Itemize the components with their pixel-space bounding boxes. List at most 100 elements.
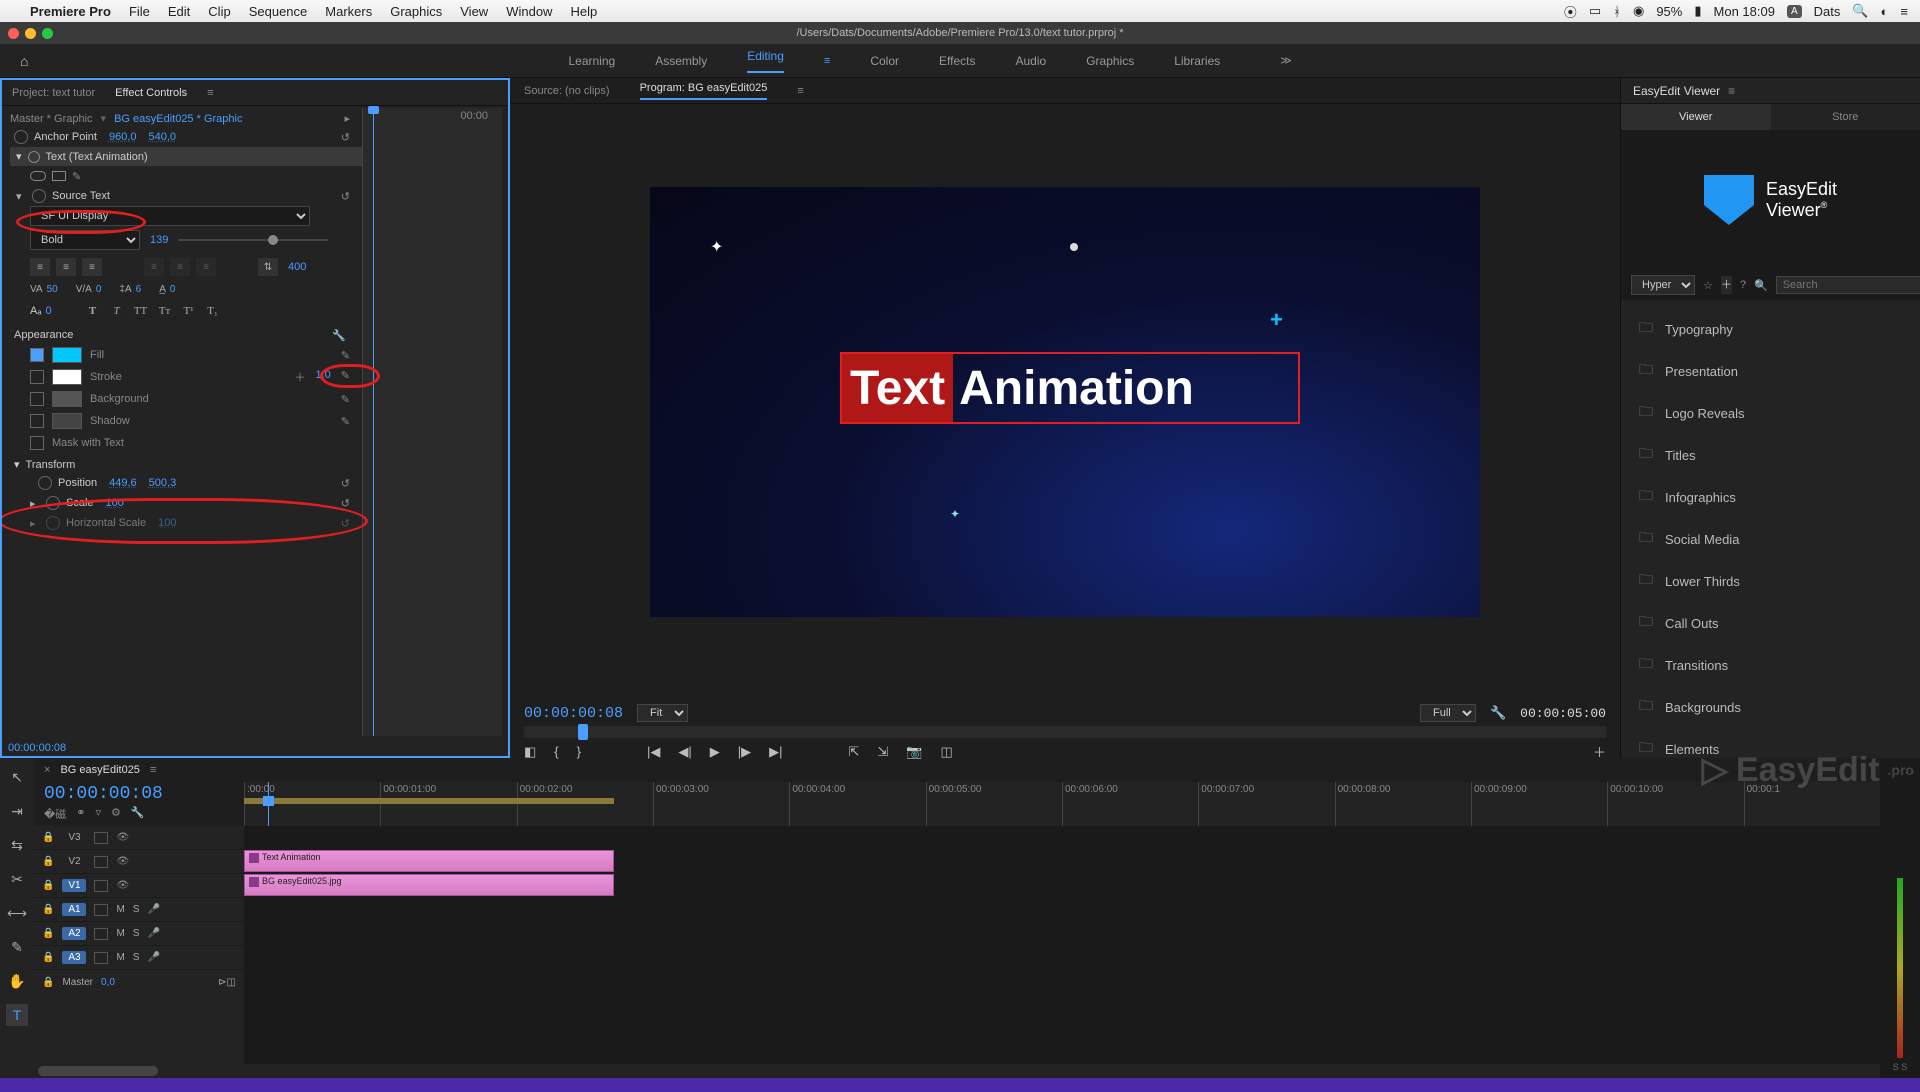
program-viewport[interactable]: ✦ + ✦ Text Animation bbox=[650, 187, 1480, 617]
text-rest[interactable]: Animation bbox=[953, 361, 1194, 416]
source-clip[interactable]: BG easyEdit025 * Graphic bbox=[114, 113, 242, 125]
hscale-stopwatch[interactable] bbox=[46, 516, 60, 530]
track-v3-header[interactable]: 🔒V3👁 bbox=[34, 826, 244, 850]
kerning-val[interactable]: 0 bbox=[96, 284, 102, 295]
mask-ellipse[interactable] bbox=[30, 171, 46, 181]
mask-pen-icon[interactable]: ✎ bbox=[72, 170, 81, 183]
razor-tool[interactable]: ✂ bbox=[6, 868, 28, 890]
font-weight-select[interactable]: Bold bbox=[30, 230, 140, 250]
align-center[interactable]: ≡ bbox=[56, 258, 76, 276]
background-checkbox[interactable] bbox=[30, 392, 44, 406]
search-input[interactable] bbox=[1776, 276, 1920, 294]
slip-tool[interactable]: ⟷ bbox=[6, 902, 28, 924]
bold-btn[interactable]: T bbox=[84, 303, 102, 319]
sourcetext-stopwatch[interactable] bbox=[32, 189, 46, 203]
shadow-eyedropper-icon[interactable]: ✎ bbox=[341, 415, 350, 428]
sequence-name[interactable]: BG easyEdit025 bbox=[60, 764, 140, 776]
pack-select[interactable]: Hyper bbox=[1631, 275, 1695, 295]
mask-rect[interactable] bbox=[52, 171, 66, 181]
menu-help[interactable]: Help bbox=[570, 4, 597, 19]
appearance-wrench-icon[interactable]: 🔧 bbox=[332, 329, 346, 342]
sourcetext-reset[interactable]: ↺ bbox=[341, 190, 350, 203]
background-swatch[interactable] bbox=[52, 391, 82, 407]
anchor-x[interactable]: 960,0 bbox=[109, 131, 137, 143]
workspace-learning[interactable]: Learning bbox=[568, 54, 615, 68]
easyedit-menu-icon[interactable]: ≡ bbox=[1728, 84, 1735, 98]
workspace-audio[interactable]: Audio bbox=[1015, 54, 1046, 68]
store-tab[interactable]: Store bbox=[1771, 104, 1920, 130]
display-icon[interactable]: ▭ bbox=[1589, 3, 1601, 19]
ripple-tool[interactable]: ⇆ bbox=[6, 834, 28, 856]
stroke-checkbox[interactable] bbox=[30, 370, 44, 384]
scale-reset[interactable]: ↺ bbox=[341, 497, 350, 510]
font-select[interactable]: SF UI Display bbox=[30, 206, 310, 226]
workspace-assembly[interactable]: Assembly bbox=[655, 54, 707, 68]
cat-lowerthirds[interactable]: 🗀Lower Thirds bbox=[1621, 560, 1920, 602]
siri-icon[interactable]: ◐ bbox=[1881, 4, 1889, 19]
track-v1-header[interactable]: 🔒V1👁 bbox=[34, 874, 244, 898]
text-bounding-box[interactable]: Text Animation bbox=[840, 352, 1300, 424]
battery-icon[interactable]: ▮ bbox=[1694, 3, 1701, 19]
viewer-tab[interactable]: Viewer bbox=[1621, 104, 1771, 130]
snap-icon[interactable]: �磁 bbox=[44, 806, 66, 822]
cat-callouts[interactable]: 🗀Call Outs bbox=[1621, 602, 1920, 644]
cat-logo[interactable]: 🗀Logo Reveals bbox=[1621, 392, 1920, 434]
menu-edit[interactable]: Edit bbox=[168, 4, 190, 19]
track-a3-header[interactable]: 🔒A3MS🎤 bbox=[34, 946, 244, 970]
ec-mini-timeline[interactable] bbox=[362, 108, 502, 736]
baseline-val[interactable]: 0 bbox=[45, 305, 51, 317]
align-mid[interactable]: ≡ bbox=[170, 258, 190, 276]
timeline-scrollbar[interactable] bbox=[34, 1064, 1880, 1078]
align-left[interactable]: ≡ bbox=[30, 258, 50, 276]
mark-clip-icon[interactable]: } bbox=[577, 744, 581, 759]
home-icon[interactable]: ⌂ bbox=[20, 53, 28, 69]
tracking-val[interactable]: 50 bbox=[47, 284, 58, 295]
cat-social[interactable]: 🗀Social Media bbox=[1621, 518, 1920, 560]
anchor-reset[interactable]: ↺ bbox=[341, 131, 350, 144]
menu-view[interactable]: View bbox=[460, 4, 488, 19]
leading2-val[interactable]: 6 bbox=[136, 284, 142, 295]
italic-btn[interactable]: T bbox=[108, 303, 126, 319]
leading-icon[interactable]: ⇅ bbox=[258, 258, 278, 276]
cat-titles[interactable]: 🗀Titles bbox=[1621, 434, 1920, 476]
screencast-icon[interactable]: ⦿ bbox=[1564, 2, 1577, 21]
font-size[interactable]: 139 bbox=[150, 234, 168, 246]
seq-close-icon[interactable]: × bbox=[44, 764, 50, 776]
resolution-select[interactable]: Full bbox=[1420, 704, 1476, 722]
type-tool[interactable]: T bbox=[6, 1004, 28, 1026]
pen-tool[interactable]: ✎ bbox=[6, 936, 28, 958]
program-scrubber[interactable] bbox=[524, 726, 1606, 738]
track-a2-header[interactable]: 🔒A2MS🎤 bbox=[34, 922, 244, 946]
window-close[interactable] bbox=[8, 28, 19, 39]
superscript-btn[interactable]: T¹ bbox=[180, 303, 198, 319]
link-icon[interactable]: ⚭ bbox=[76, 806, 85, 822]
menu-graphics[interactable]: Graphics bbox=[390, 4, 442, 19]
position-x[interactable]: 449,6 bbox=[109, 477, 137, 489]
position-y[interactable]: 500,3 bbox=[149, 477, 177, 489]
menu-sequence[interactable]: Sequence bbox=[249, 4, 308, 19]
hscale-reset[interactable]: ↺ bbox=[341, 517, 350, 530]
notification-icon[interactable]: ≡ bbox=[1900, 4, 1908, 19]
position-stopwatch[interactable] bbox=[38, 476, 52, 490]
source-tab[interactable]: Source: (no clips) bbox=[524, 85, 610, 97]
workspace-libraries[interactable]: Libraries bbox=[1174, 54, 1220, 68]
marker-icon[interactable]: ▿ bbox=[96, 806, 102, 822]
settings-icon[interactable]: ⚙ bbox=[111, 806, 121, 822]
track-v2-header[interactable]: 🔒V2👁 bbox=[34, 850, 244, 874]
seq-menu-icon[interactable]: ≡ bbox=[150, 764, 156, 776]
allcaps-btn[interactable]: TT bbox=[132, 303, 150, 319]
mask-checkbox[interactable] bbox=[30, 436, 44, 450]
track-select-tool[interactable]: ⇥ bbox=[6, 800, 28, 822]
cat-backgrounds[interactable]: 🗀Backgrounds bbox=[1621, 686, 1920, 728]
menu-file[interactable]: File bbox=[129, 4, 150, 19]
bluetooth-icon[interactable]: ᚼ bbox=[1613, 4, 1621, 19]
favorite-icon[interactable]: ☆ bbox=[1703, 279, 1713, 292]
settings-wrench-icon[interactable]: 🔧 bbox=[1490, 705, 1506, 721]
align-bot[interactable]: ≡ bbox=[196, 258, 216, 276]
workspace-graphics[interactable]: Graphics bbox=[1086, 54, 1134, 68]
app-name[interactable]: Premiere Pro bbox=[30, 4, 111, 19]
work-area-bar[interactable] bbox=[244, 798, 614, 804]
menu-markers[interactable]: Markers bbox=[325, 4, 372, 19]
help-icon[interactable]: ? bbox=[1740, 279, 1746, 291]
hand-tool[interactable]: ✋ bbox=[6, 970, 28, 992]
